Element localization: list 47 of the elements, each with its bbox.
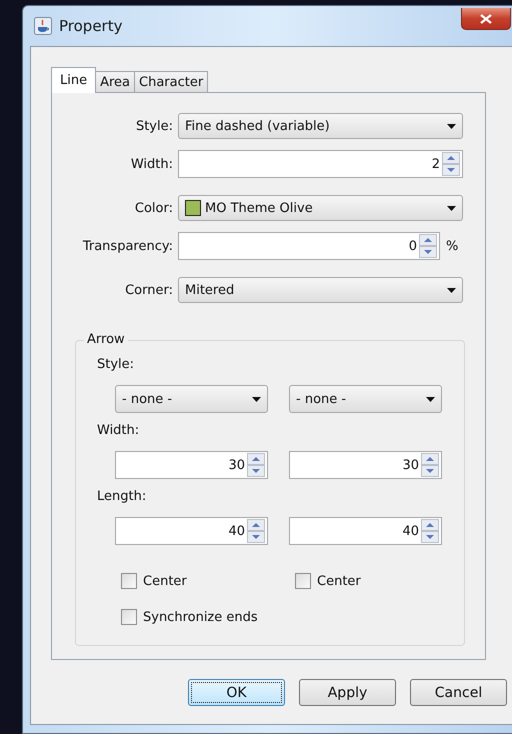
close-icon bbox=[480, 14, 492, 24]
spin-arrows-icon[interactable] bbox=[421, 519, 439, 543]
spin-arrows-icon[interactable] bbox=[442, 152, 460, 176]
dropdown[interactable]: MO Theme Olive bbox=[178, 195, 463, 221]
tab[interactable]: Character bbox=[134, 71, 208, 93]
tab[interactable]: Area bbox=[95, 71, 136, 93]
dialog-button[interactable]: Apply bbox=[299, 679, 396, 706]
checkbox[interactable] bbox=[121, 609, 137, 625]
number-spinner[interactable]: 30 bbox=[115, 451, 268, 479]
field-label: Style: bbox=[97, 357, 134, 374]
tab[interactable]: Line bbox=[51, 67, 96, 93]
checkbox-label[interactable]: Center bbox=[143, 574, 187, 588]
spin-arrows-icon[interactable] bbox=[419, 234, 437, 258]
field-label: Style: bbox=[134, 118, 174, 134]
caret-icon bbox=[447, 288, 456, 292]
checkbox[interactable] bbox=[121, 573, 137, 589]
dropdown[interactable]: Mitered bbox=[178, 277, 463, 303]
field-label: Width: bbox=[130, 156, 174, 172]
checkbox-label[interactable]: Synchronize ends bbox=[143, 610, 258, 624]
spin-arrows-icon[interactable] bbox=[421, 453, 439, 477]
checkbox[interactable] bbox=[295, 573, 311, 589]
field-label: Color: bbox=[134, 200, 174, 216]
number-spinner[interactable]: 2 bbox=[178, 150, 463, 178]
close-button[interactable] bbox=[461, 8, 511, 30]
caret-icon bbox=[447, 124, 456, 128]
field-label: Length: bbox=[97, 489, 146, 506]
caret-icon bbox=[426, 396, 435, 402]
dropdown[interactable]: - none - bbox=[115, 385, 268, 413]
dropdown[interactable]: Fine dashed (variable) bbox=[178, 113, 463, 139]
dialog-button[interactable]: OK bbox=[188, 679, 285, 706]
field-label: Corner: bbox=[124, 282, 174, 298]
dropdown[interactable]: - none - bbox=[289, 385, 442, 413]
caret-icon bbox=[447, 206, 456, 210]
caret-icon bbox=[252, 396, 261, 402]
number-spinner[interactable]: 0 bbox=[178, 232, 440, 260]
dialog-button[interactable]: Cancel bbox=[410, 679, 507, 706]
field-label: Transparency: bbox=[82, 238, 174, 254]
spin-arrows-icon[interactable] bbox=[247, 453, 265, 477]
window-title: Property bbox=[59, 17, 122, 35]
number-spinner[interactable]: 30 bbox=[289, 451, 442, 479]
field-label: Width: bbox=[97, 423, 140, 440]
number-spinner[interactable]: 40 bbox=[115, 517, 268, 545]
coffee-cup-icon bbox=[34, 17, 52, 35]
checkbox-label[interactable]: Center bbox=[317, 574, 361, 588]
number-spinner[interactable]: 40 bbox=[289, 517, 442, 545]
spin-arrows-icon[interactable] bbox=[247, 519, 265, 543]
unit-label: % bbox=[446, 238, 458, 254]
